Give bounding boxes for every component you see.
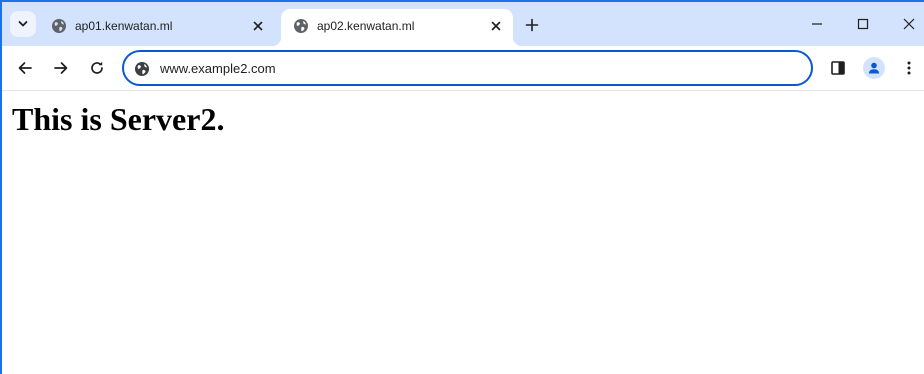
globe-icon [294,19,308,33]
avatar [863,57,885,79]
tab-close-button[interactable] [487,17,505,35]
more-vert-icon [907,61,911,75]
minimize-icon [812,23,822,25]
tab-strip: ap01.kenwatan.ml ap02.kenwatan.ml [2,2,924,46]
page-heading: This is Server2. [12,101,225,137]
side-panel-icon [831,61,845,75]
tab-ap02-active[interactable]: ap02.kenwatan.ml [272,9,522,46]
close-window-button[interactable] [897,12,921,36]
tab-title: ap02.kenwatan.ml [317,19,415,33]
more-menu-button[interactable] [897,56,921,80]
forward-button[interactable] [49,56,73,80]
arrow-left-icon [18,62,32,74]
close-icon [903,18,915,30]
profile-icon [868,62,880,74]
reload-button[interactable] [85,56,109,80]
browser-window: ap01.kenwatan.ml ap02.kenwatan.ml www.ex… [0,0,924,374]
url-input[interactable] [160,59,760,77]
plus-icon [525,18,539,32]
side-panel-button[interactable] [826,56,850,80]
back-button[interactable] [13,56,37,80]
arrow-right-icon [54,62,68,74]
chevron-down-icon [18,21,28,27]
new-tab-button[interactable] [522,15,542,35]
globe-icon [52,19,66,33]
address-bar[interactable] [122,50,813,86]
tab-close-button[interactable] [249,17,267,35]
close-icon [253,21,263,31]
profile-button[interactable] [862,56,886,80]
browser-toolbar [2,46,924,91]
close-icon [491,21,501,31]
minimize-button[interactable] [805,12,829,36]
maximize-icon [857,18,869,30]
reload-icon [91,61,103,74]
globe-icon[interactable] [134,61,150,77]
maximize-button[interactable] [851,12,875,36]
page-viewport: This is Server2. [4,92,924,374]
tab-title: ap01.kenwatan.ml [75,19,173,33]
tab-search-button[interactable] [10,11,36,37]
tab-ap01[interactable]: ap01.kenwatan.ml [39,9,275,46]
